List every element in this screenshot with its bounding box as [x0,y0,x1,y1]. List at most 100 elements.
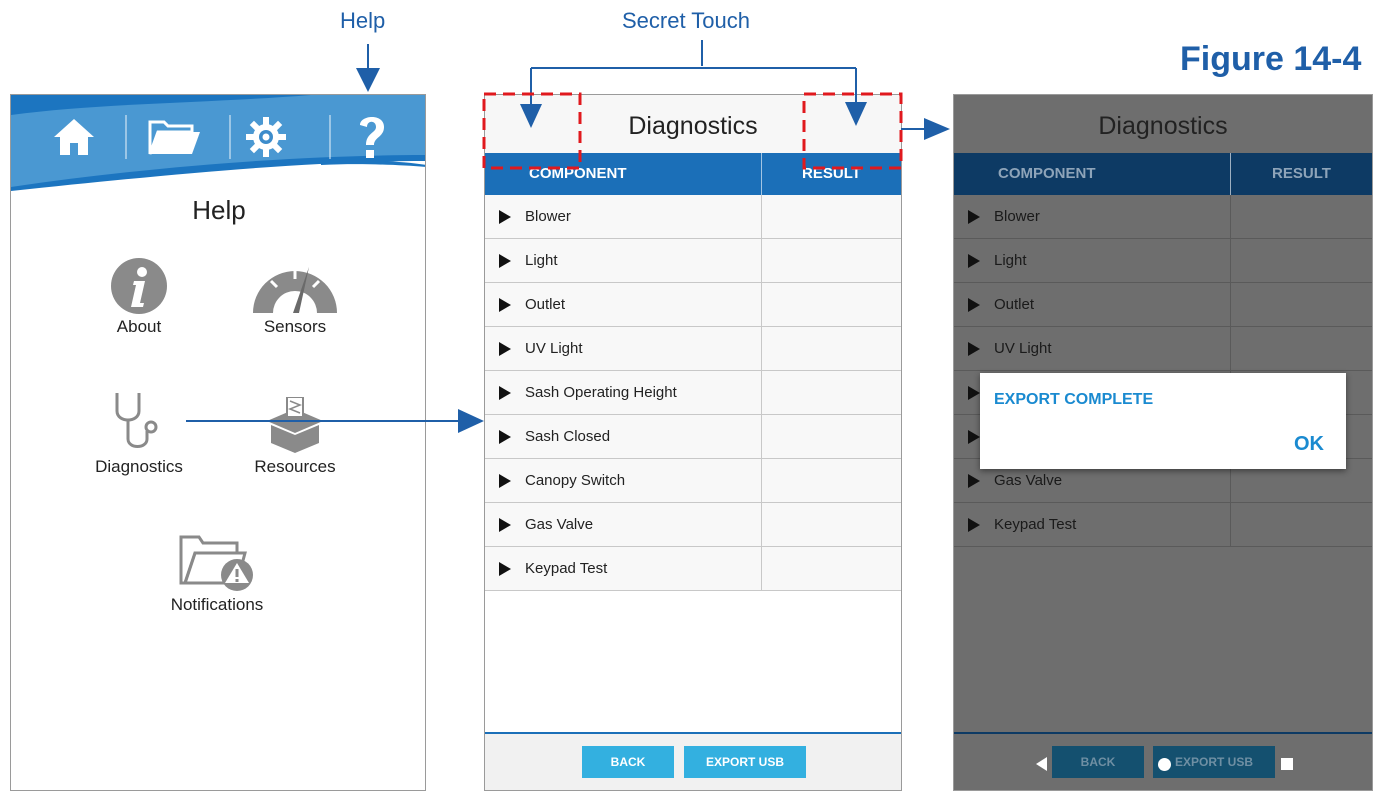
component-name: Light [994,252,1027,269]
gear-icon[interactable] [227,105,305,169]
table-row[interactable]: UV Light [485,327,901,371]
component-column-header: COMPONENT [954,153,1231,195]
play-arrow-icon [968,429,980,444]
diagnostics-title: Diagnostics [485,95,901,153]
play-arrow-icon [968,385,980,400]
nav-recent-icon[interactable] [1281,758,1293,770]
diagnostics-table-body: Blower Light Outlet UV Light Gas Valve K… [954,195,1372,547]
notifications-label: Notifications [170,595,264,614]
info-icon [111,258,167,314]
help-screen: Help About Sensors Diagnostics Resources… [10,94,426,791]
back-button[interactable]: BACK [1052,746,1144,778]
table-row[interactable]: Gas Valve [485,503,901,547]
play-arrow-icon [499,297,511,312]
play-arrow-icon [499,429,511,444]
result-cell [762,371,901,414]
play-arrow-icon [499,473,511,488]
diagnostics-table-header: COMPONENT RESULT [485,153,901,195]
about-menu-item[interactable]: About [69,247,209,337]
diagnostics-label: Diagnostics [95,457,183,476]
table-row[interactable]: Blower [485,195,901,239]
result-cell [762,547,901,590]
sensors-menu-item[interactable]: Sensors [225,247,365,337]
component-name: Sash Closed [525,428,611,445]
result-cell [762,503,901,546]
component-name: Blower [525,208,571,225]
diagnostics-footer: BACK EXPORT USB [954,732,1372,790]
component-name: Gas Valve [525,516,594,533]
secret-touch-callout-label: Secret Touch [622,8,751,33]
result-cell [762,195,901,238]
table-row[interactable]: Light [954,239,1372,283]
diagnostics-footer: BACK EXPORT USB [485,732,901,790]
folder-warning-icon [179,535,253,591]
dialog-title: EXPORT COMPLETE [994,391,1154,408]
table-row[interactable]: Light [485,239,901,283]
result-cell [762,415,901,458]
play-arrow-icon [499,209,511,224]
component-name: Sash Operating Height [525,384,677,401]
play-arrow-icon [968,517,980,532]
play-arrow-icon [499,253,511,268]
component-name: UV Light [525,340,583,357]
result-cell [1231,195,1372,238]
help-callout-label: Help [340,8,386,33]
component-name: Keypad Test [994,516,1077,533]
component-name: Outlet [994,296,1035,313]
diagnostics-table-body: Blower Light Outlet UV Light Sash Operat… [485,195,901,591]
play-arrow-icon [499,385,511,400]
nav-back-icon[interactable] [1036,757,1047,771]
resources-menu-item[interactable]: Resources [225,387,365,477]
table-row[interactable]: Canopy Switch [485,459,901,503]
export-complete-screen: Diagnostics COMPONENT RESULT Blower Ligh… [953,94,1373,791]
play-arrow-icon [968,297,980,312]
result-cell [1231,503,1372,546]
export-complete-dialog: EXPORT COMPLETE OK [980,373,1346,469]
back-button[interactable]: BACK [582,746,674,778]
component-name: Light [525,252,558,269]
play-arrow-icon [499,561,511,576]
table-row[interactable]: Outlet [485,283,901,327]
result-cell [762,459,901,502]
diagnostics-table-header: COMPONENT RESULT [954,153,1372,195]
table-row[interactable]: Outlet [954,283,1372,327]
stethoscope-icon [115,393,158,448]
notifications-menu-item[interactable]: Notifications [147,525,287,615]
result-cell [1231,327,1372,370]
table-row[interactable]: UV Light [954,327,1372,371]
home-icon[interactable] [35,105,113,169]
diagnostics-menu-item[interactable]: Diagnostics [69,387,209,477]
component-name: Canopy Switch [525,472,626,489]
resources-label: Resources [254,457,336,476]
figure-label: Figure 14-4 [1180,40,1362,78]
play-arrow-icon [499,517,511,532]
export-usb-button[interactable]: EXPORT USB [1153,746,1275,778]
table-row[interactable]: Sash Operating Height [485,371,901,415]
table-row[interactable]: Keypad Test [485,547,901,591]
gauge-icon [253,267,337,313]
box-icon [267,397,323,453]
help-page-title: Help [192,195,246,225]
component-column-header: COMPONENT [485,153,762,195]
help-header-bar [11,95,425,195]
about-label: About [116,317,162,336]
sensors-label: Sensors [263,317,327,336]
folder-icon[interactable] [135,105,213,169]
diagnostics-screen: Diagnostics COMPONENT RESULT Blower Ligh… [484,94,902,791]
nav-home-icon[interactable] [1158,758,1171,771]
table-row[interactable]: Keypad Test [954,503,1372,547]
play-arrow-icon [968,341,980,356]
result-cell [762,283,901,326]
result-cell [762,327,901,370]
result-column-header: RESULT [802,165,861,182]
component-name: Gas Valve [994,472,1063,489]
dialog-ok-button[interactable]: OK [1294,433,1324,456]
question-icon[interactable] [333,105,411,169]
play-arrow-icon [968,253,980,268]
export-usb-button[interactable]: EXPORT USB [684,746,806,778]
table-row[interactable]: Sash Closed [485,415,901,459]
component-name: UV Light [994,340,1052,357]
component-name: Keypad Test [525,560,608,577]
table-row[interactable]: Blower [954,195,1372,239]
result-cell [1231,239,1372,282]
